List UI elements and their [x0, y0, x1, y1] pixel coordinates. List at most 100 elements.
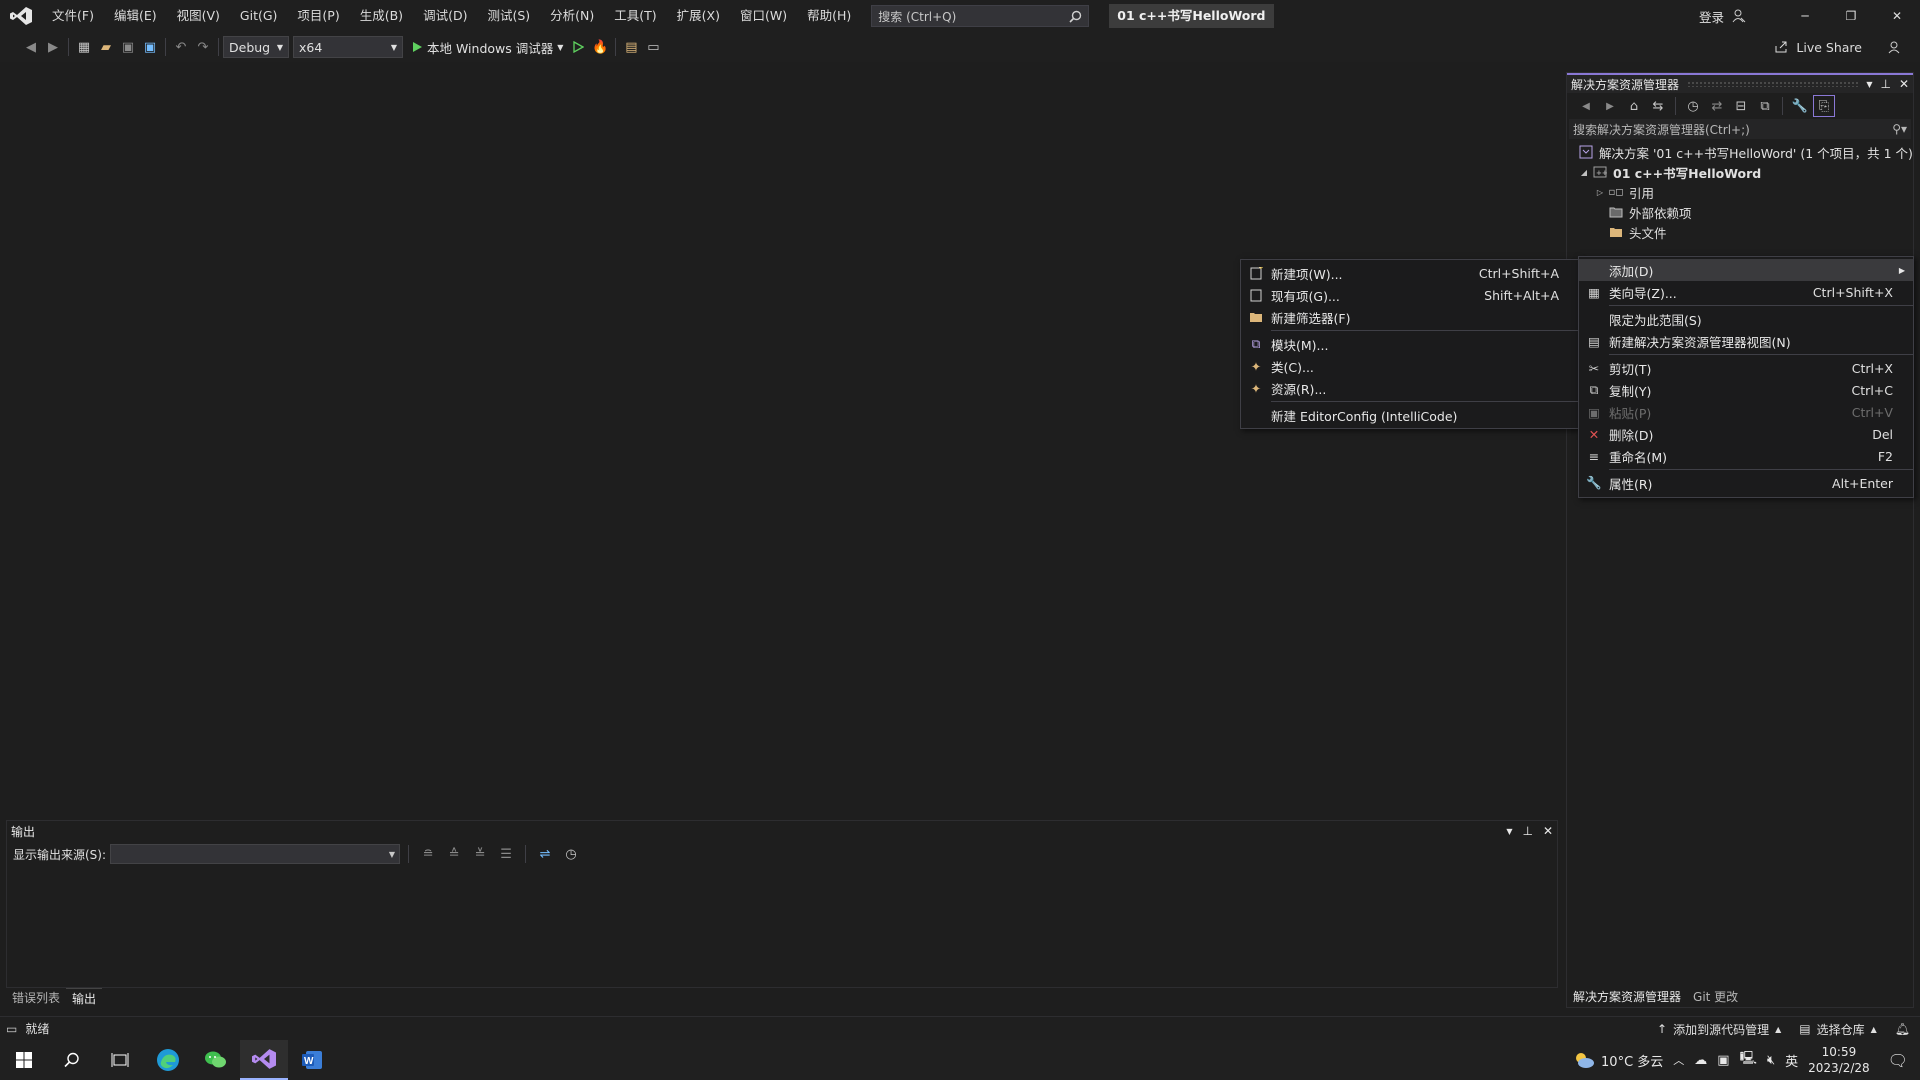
add-to-source-control-button[interactable]: ↑ 添加到源代码管理 ▲ — [1657, 1021, 1781, 1038]
minimize-icon[interactable]: ─ — [1782, 0, 1828, 32]
menu-scope-to-this[interactable]: 限定为此范围(S) — [1579, 308, 1913, 330]
prev-message-icon[interactable]: ≙ — [443, 843, 465, 865]
start-debugging-button[interactable]: 本地 Windows 调试器 ▼ — [407, 38, 567, 57]
onedrive-cloud-icon[interactable]: ☁ — [1694, 1053, 1707, 1068]
submenu-resource[interactable]: ✦ 资源(R)... — [1241, 377, 1579, 399]
back-icon[interactable]: ◀ — [1575, 95, 1597, 117]
properties-wrench-icon[interactable]: 🔧 — [1789, 95, 1811, 117]
find-message-icon[interactable]: ≘ — [417, 843, 439, 865]
submenu-existing-item[interactable]: 现有项(G)... Shift+Alt+A — [1241, 284, 1579, 306]
forward-icon[interactable]: ▶ — [1599, 95, 1621, 117]
platform-dropdown[interactable]: x64 ▼ — [293, 36, 403, 58]
menu-file[interactable]: 文件(F) — [42, 0, 104, 32]
volume-muted-icon[interactable]: 🔇︎ — [1767, 1053, 1775, 1068]
menu-git[interactable]: Git(G) — [230, 0, 288, 32]
edge-browser-icon[interactable] — [144, 1040, 192, 1080]
browse-folder-icon[interactable]: ▤ — [620, 36, 642, 58]
menu-edit[interactable]: 编辑(E) — [104, 0, 167, 32]
signin-link[interactable]: 登录 — [1699, 7, 1724, 26]
notification-bell-icon[interactable]: 🔔︎ — [1895, 1022, 1910, 1036]
notification-center-icon[interactable]: 🗨︎ — [1888, 1051, 1908, 1070]
restore-icon[interactable]: ❐ — [1828, 0, 1874, 32]
preview-icon[interactable]: ⎘ — [1813, 95, 1835, 117]
tab-output[interactable]: 输出 — [66, 987, 103, 1009]
menu-tools[interactable]: 工具(T) — [604, 0, 666, 32]
menu-test[interactable]: 测试(S) — [477, 0, 540, 32]
next-message-icon[interactable]: ≚ — [469, 843, 491, 865]
word-icon[interactable]: W — [288, 1040, 336, 1080]
save-icon[interactable]: ▣ — [117, 36, 139, 58]
app-tray-icon[interactable]: ▣ — [1717, 1053, 1729, 1068]
save-all-icon[interactable]: ▣ — [139, 36, 161, 58]
chevron-down-icon[interactable]: ▼ — [557, 43, 563, 52]
tree-item-header-files[interactable]: 头文件 — [1567, 222, 1913, 242]
timestamp-clock-icon[interactable]: ◷ — [560, 843, 582, 865]
switch-views-icon[interactable]: ⇆ — [1647, 95, 1669, 117]
tab-git-changes[interactable]: Git 更改 — [1687, 988, 1744, 1005]
tree-item-external-deps[interactable]: 外部依赖项 — [1567, 202, 1913, 222]
close-icon[interactable]: ✕ — [1874, 0, 1920, 32]
tree-item-project[interactable]: ◢ ++ 01 c++书写HelloWord — [1567, 162, 1913, 182]
weather-widget[interactable]: 10°C 多云 — [1573, 1051, 1663, 1070]
start-without-debugging-icon[interactable] — [567, 36, 589, 58]
visual-studio-taskbar-icon[interactable] — [240, 1040, 288, 1080]
menu-class-wizard[interactable]: ▦ 类向导(Z)... Ctrl+Shift+X — [1579, 281, 1913, 303]
chevron-up-icon[interactable]: ︿ — [1673, 1052, 1684, 1068]
close-icon[interactable]: ✕ — [1899, 77, 1909, 91]
undo-icon[interactable]: ↶ — [170, 36, 192, 58]
redo-icon[interactable]: ↷ — [192, 36, 214, 58]
taskbar-search-icon[interactable] — [48, 1040, 96, 1080]
home-icon[interactable]: ⌂ — [1623, 95, 1645, 117]
chevron-down-icon[interactable]: ▼ — [1866, 80, 1872, 89]
search-input[interactable]: 搜索 (Ctrl+Q) — [871, 5, 1090, 27]
submenu-module[interactable]: ⧉ 模块(M)... — [1241, 333, 1579, 355]
pin-icon[interactable]: ⊥ — [1522, 824, 1532, 838]
menu-debug[interactable]: 调试(D) — [413, 0, 477, 32]
menu-copy[interactable]: ⧉ 复制(Y) Ctrl+C — [1579, 379, 1913, 401]
menu-analyze[interactable]: 分析(N) — [540, 0, 604, 32]
menu-project[interactable]: 项目(P) — [287, 0, 349, 32]
hot-reload-icon[interactable]: 🔥 — [589, 36, 611, 58]
word-wrap-icon[interactable]: ⇌ — [534, 843, 556, 865]
collapsed-triangle-icon[interactable]: ▷ — [1593, 188, 1607, 197]
new-project-icon[interactable]: ▦ — [73, 36, 95, 58]
account-icon[interactable] — [1732, 9, 1746, 23]
sync-icon[interactable]: ⇄ — [1706, 95, 1728, 117]
menu-rename[interactable]: ≡ 重命名(M) F2 — [1579, 445, 1913, 467]
clock[interactable]: 10:59 2023/2/28 — [1808, 1044, 1870, 1076]
clear-all-icon[interactable]: ☰ — [495, 843, 517, 865]
layout-icon[interactable]: ▭ — [642, 36, 664, 58]
menu-cut[interactable]: ✂ 剪切(T) Ctrl+X — [1579, 357, 1913, 379]
forward-icon[interactable]: ▶ — [42, 36, 64, 58]
expanded-triangle-icon[interactable]: ◢ — [1577, 168, 1591, 177]
drag-handle[interactable] — [1687, 81, 1859, 87]
visual-studio-logo-icon[interactable] — [0, 0, 42, 32]
pending-changes-icon[interactable]: ◷ — [1682, 95, 1704, 117]
show-all-files-icon[interactable]: ⧉ — [1754, 95, 1776, 117]
tab-error-list[interactable]: 错误列表 — [6, 988, 66, 1008]
submenu-new-editorconfig[interactable]: 新建 EditorConfig (IntelliCode) — [1241, 404, 1579, 426]
submenu-new-filter[interactable]: 新建筛选器(F) — [1241, 306, 1579, 328]
menu-window[interactable]: 窗口(W) — [730, 0, 797, 32]
solution-search-input[interactable]: 搜索解决方案资源管理器(Ctrl+;) ⚲▾ — [1569, 119, 1911, 139]
tree-item-references[interactable]: ▷ ▫◻ 引用 — [1567, 182, 1913, 202]
menu-delete[interactable]: ✕ 删除(D) Del — [1579, 423, 1913, 445]
configuration-dropdown[interactable]: Debug ▼ — [223, 36, 289, 58]
menu-new-solution-view[interactable]: ▤ 新建解决方案资源管理器视图(N) — [1579, 330, 1913, 352]
feedback-icon[interactable] — [1888, 40, 1902, 54]
menu-add[interactable]: 添加(D) ▶ — [1579, 259, 1913, 281]
task-view-icon[interactable] — [96, 1040, 144, 1080]
submenu-new-item[interactable]: 新建项(W)... Ctrl+Shift+A — [1241, 262, 1579, 284]
menu-help[interactable]: 帮助(H) — [797, 0, 861, 32]
output-source-dropdown[interactable]: ▼ — [110, 844, 401, 864]
select-repository-button[interactable]: ▤ 选择仓库 ▲ — [1799, 1021, 1877, 1038]
tree-item-solution[interactable]: 解决方案 '01 c++书写HelloWord' (1 个项目，共 1 个) — [1567, 142, 1913, 162]
menu-view[interactable]: 视图(V) — [167, 0, 230, 32]
menu-properties[interactable]: 🔧 属性(R) Alt+Enter — [1579, 472, 1913, 494]
pin-icon[interactable]: ⊥ — [1880, 77, 1890, 91]
input-method-indicator[interactable]: 英 — [1785, 1051, 1798, 1070]
search-icon[interactable]: ⚲▾ — [1892, 122, 1907, 136]
open-folder-icon[interactable]: ▰ — [95, 36, 117, 58]
back-icon[interactable]: ◀ — [20, 36, 42, 58]
menu-build[interactable]: 生成(B) — [350, 0, 413, 32]
